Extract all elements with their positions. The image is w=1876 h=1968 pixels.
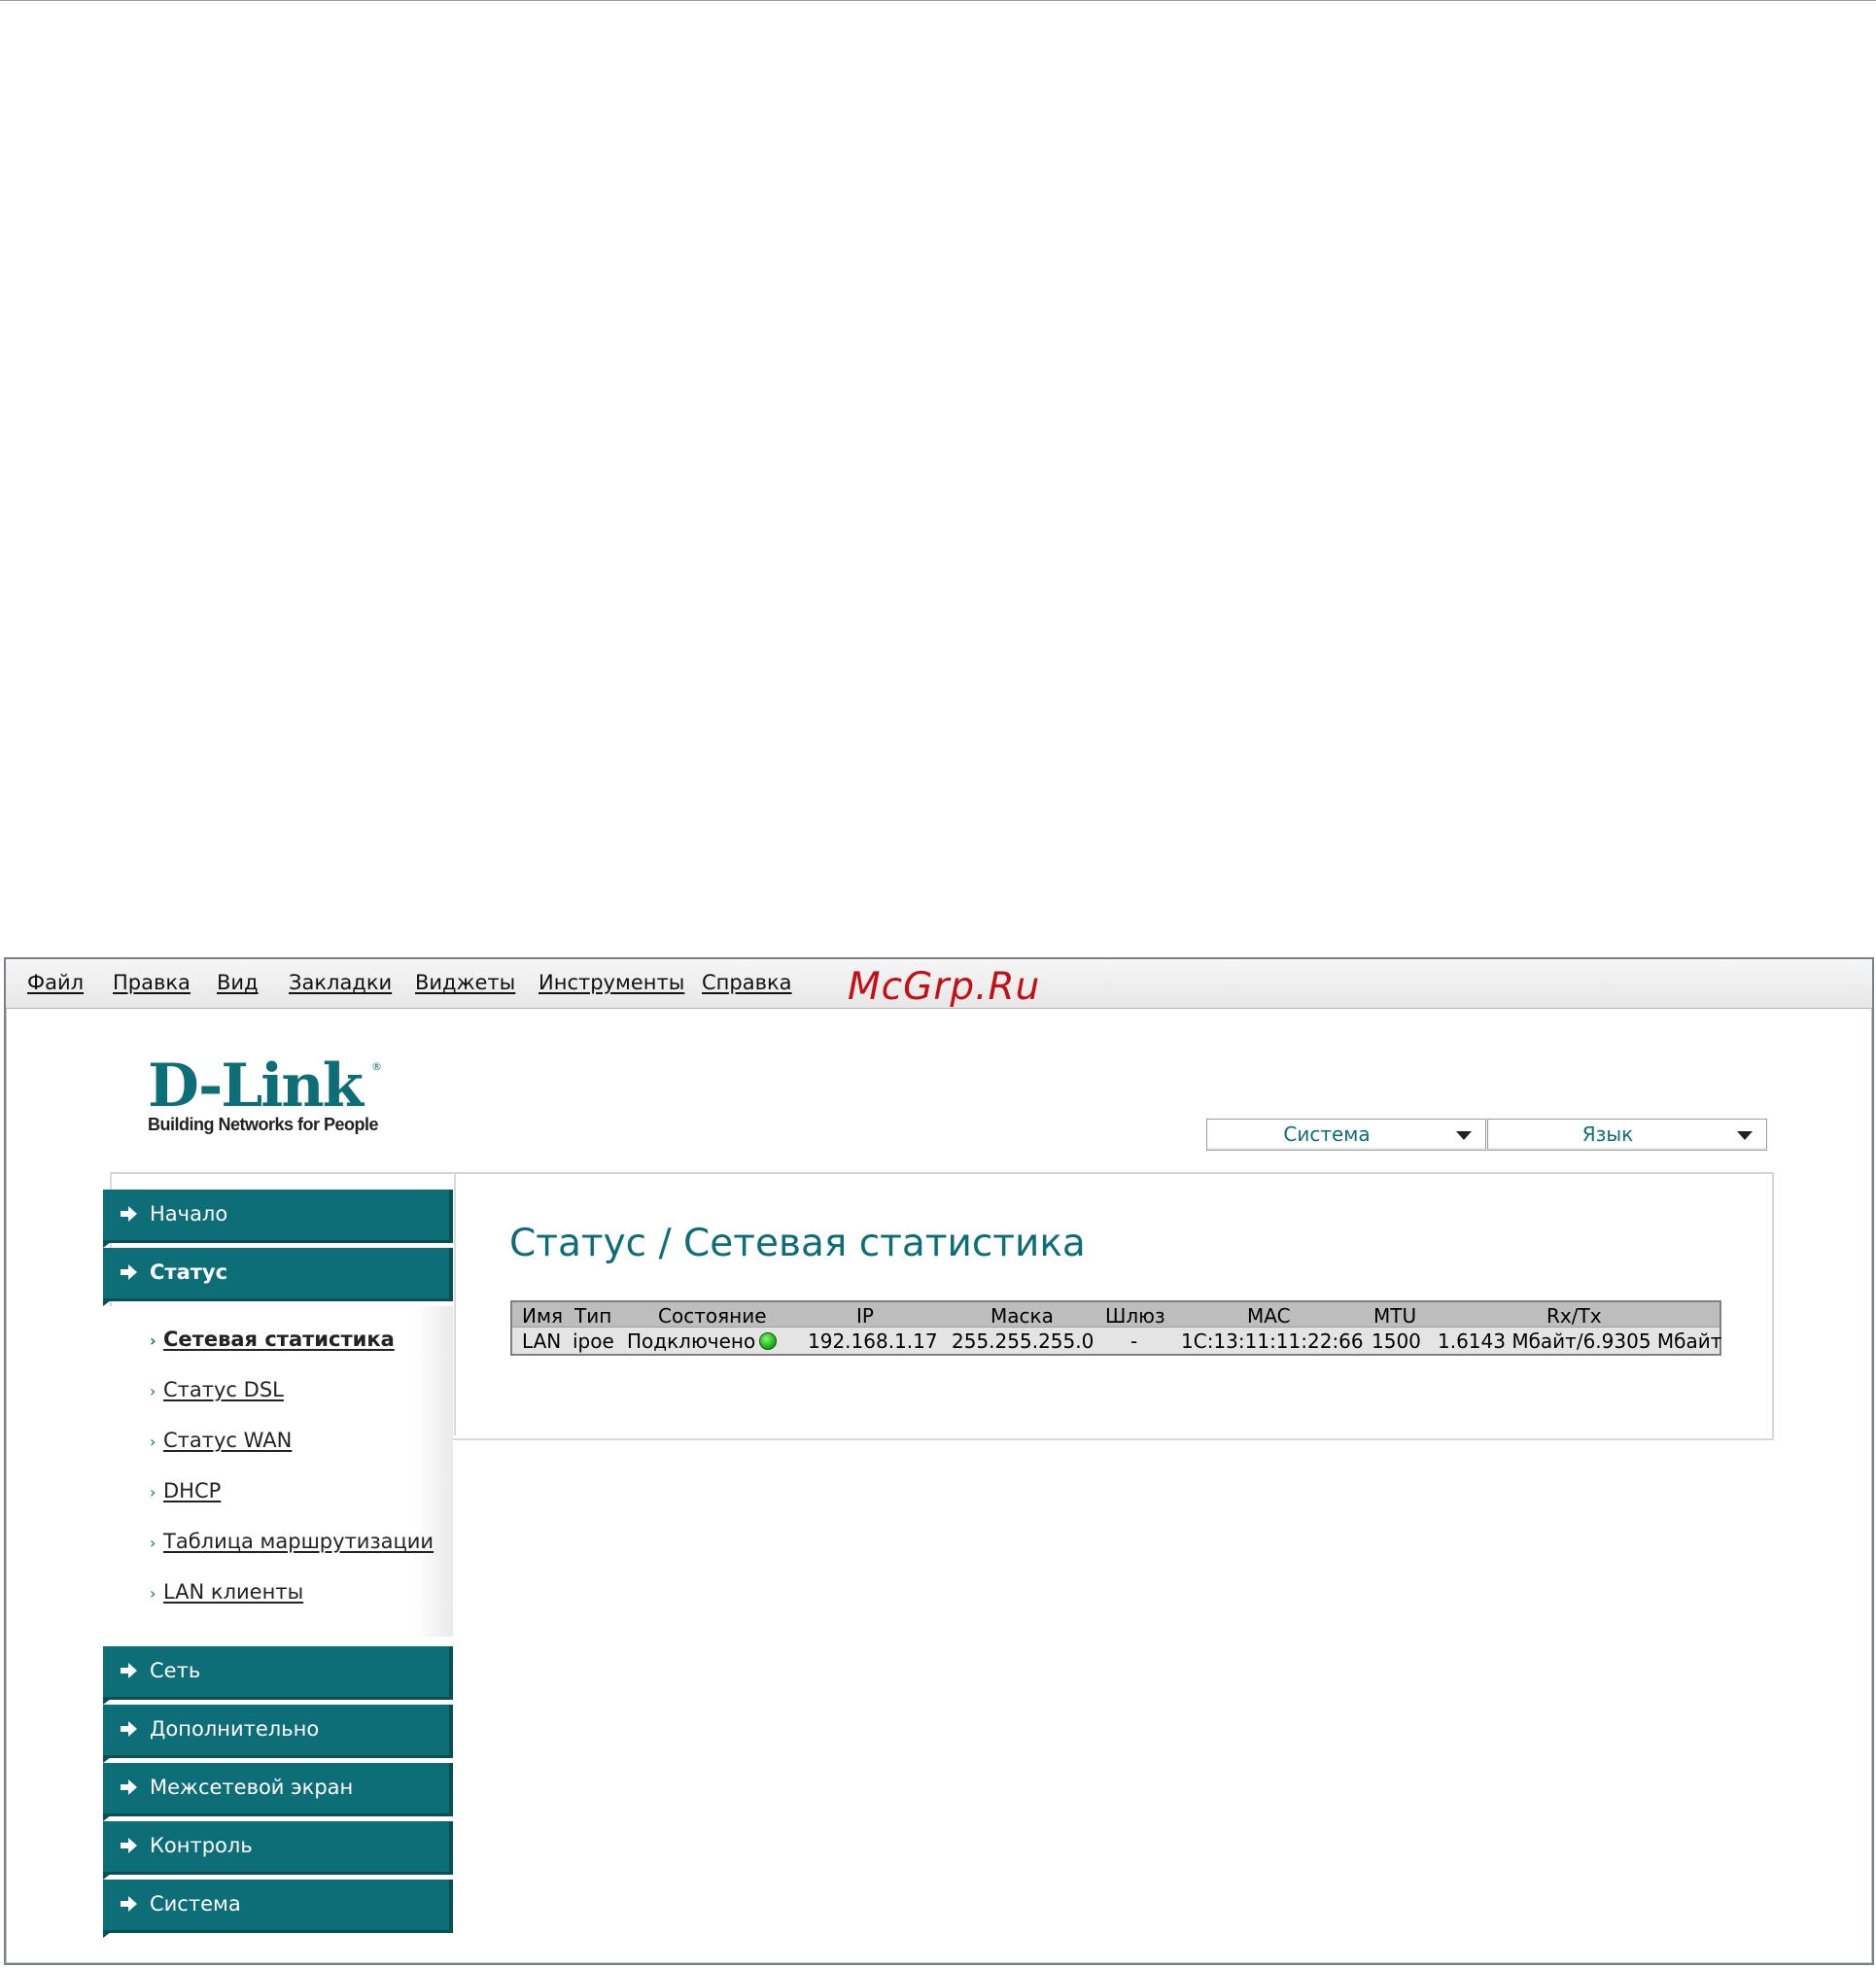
- submenu-routing-table[interactable]: › Таблица маршрутизации: [150, 1530, 434, 1553]
- submenu-lan-clients[interactable]: › LAN клиенты: [150, 1580, 303, 1604]
- arrow-right-icon: [121, 1838, 137, 1853]
- sidebar-item-label: Статус: [150, 1260, 228, 1284]
- column-header-gateway: Шлюз: [1105, 1304, 1165, 1328]
- arrow-right-icon: [121, 1721, 137, 1737]
- sidebar-item-label: Сеть: [150, 1659, 201, 1682]
- sidebar-item-label: Дополнительно: [150, 1717, 320, 1741]
- system-dropdown[interactable]: Система: [1206, 1119, 1486, 1151]
- cell-ip: 192.168.1.17: [808, 1329, 938, 1353]
- bullet-icon: ›: [150, 1534, 156, 1552]
- chevron-down-icon: [1737, 1131, 1753, 1140]
- menu-tools[interactable]: Инструменты: [538, 971, 684, 994]
- menu-edit[interactable]: Правка: [113, 971, 191, 994]
- submenu-dsl-status[interactable]: › Статус DSL: [150, 1378, 284, 1401]
- column-header-mask: Маска: [990, 1304, 1054, 1328]
- cell-mac: 1C:13:11:11:22:66: [1181, 1329, 1364, 1353]
- submenu-wan-status[interactable]: › Статус WAN: [150, 1429, 292, 1452]
- status-connected-icon: [759, 1332, 778, 1350]
- menu-widgets[interactable]: Виджеты: [415, 971, 515, 994]
- arrow-right-icon: [121, 1663, 137, 1678]
- column-header-mac: MAC: [1247, 1304, 1291, 1328]
- table-header-row: Имя Тип Состояние IP Маска Шлюз MAC MTU …: [512, 1302, 1720, 1328]
- submenu-label: Статус WAN: [163, 1429, 293, 1452]
- dlink-logo: D-Link ® Building Networks for People: [148, 1056, 391, 1144]
- network-stats-table: Имя Тип Состояние IP Маска Шлюз MAC MTU …: [510, 1300, 1721, 1356]
- sidebar-item-label: Система: [150, 1892, 241, 1916]
- cell-mtu: 1500: [1372, 1329, 1421, 1353]
- status-submenu: › Сетевая статистика › Статус DSL › Статус …: [103, 1306, 453, 1637]
- sidebar-nav: Начало Статус › Сетевая статистика › Стату…: [103, 1190, 453, 1938]
- language-dropdown[interactable]: Язык: [1487, 1119, 1767, 1151]
- sidebar-item-status[interactable]: Статус: [103, 1248, 453, 1306]
- logo-wordmark: D-Link: [148, 1052, 364, 1121]
- system-dropdown-label: Система: [1283, 1122, 1371, 1146]
- sidebar-item-home[interactable]: Начало: [103, 1190, 453, 1248]
- chevron-down-icon: [1456, 1131, 1472, 1140]
- submenu-network-stats[interactable]: › Сетевая статистика: [150, 1328, 395, 1351]
- sidebar-item-label: Межсетевой экран: [150, 1776, 354, 1799]
- arrow-right-icon: [121, 1896, 137, 1912]
- browser-window: Файл Правка Вид Закладки Виджеты Инструм…: [4, 957, 1874, 1965]
- bullet-icon: ›: [150, 1382, 156, 1400]
- sidebar-item-label: Контроль: [150, 1834, 253, 1857]
- watermark-text: McGrp.Ru: [848, 965, 1041, 1009]
- menu-view[interactable]: Вид: [217, 971, 259, 994]
- language-dropdown-label: Язык: [1581, 1122, 1634, 1146]
- bullet-icon: ›: [150, 1331, 156, 1350]
- menu-file[interactable]: Файл: [27, 971, 84, 994]
- sidebar-item-label: Начало: [150, 1202, 228, 1226]
- column-header-state: Состояние: [658, 1304, 767, 1328]
- submenu-label: DHCP: [163, 1479, 222, 1502]
- menu-bar: Файл Правка Вид Закладки Виджеты Инструм…: [6, 959, 1872, 1009]
- column-header-ip: IP: [856, 1304, 874, 1328]
- page-title: Статус / Сетевая статистика: [509, 1222, 1086, 1265]
- cell-type: ipoe: [573, 1329, 614, 1353]
- sidebar-item-firewall[interactable]: Межсетевой экран: [103, 1763, 453, 1821]
- cell-rxtx: 1.6143 Мбайт/6.9305 Мбайт: [1438, 1329, 1722, 1353]
- sidebar-item-network[interactable]: Сеть: [103, 1646, 453, 1705]
- column-header-rxtx: Rx/Tx: [1546, 1304, 1602, 1328]
- submenu-label: Таблица маршрутизации: [163, 1530, 434, 1553]
- cell-state: Подключено: [627, 1329, 778, 1353]
- page-top-border: [0, 0, 1876, 1]
- arrow-right-icon: [121, 1206, 137, 1222]
- table-row: LAN ipoe Подключено 192.168.1.17 255.255…: [512, 1328, 1722, 1354]
- bullet-icon: ›: [150, 1483, 156, 1502]
- sidebar-item-control[interactable]: Контроль: [103, 1821, 453, 1880]
- arrow-right-icon: [121, 1779, 137, 1795]
- submenu-dhcp[interactable]: › DHCP: [150, 1479, 221, 1502]
- logo-registered-mark: ®: [371, 1060, 382, 1073]
- submenu-label: Сетевая статистика: [163, 1328, 395, 1351]
- bullet-icon: ›: [150, 1433, 156, 1451]
- logo-tagline: Building Networks for People: [148, 1115, 379, 1134]
- submenu-label: LAN клиенты: [163, 1580, 304, 1604]
- sidebar-item-advanced[interactable]: Дополнительно: [103, 1705, 453, 1763]
- column-header-type: Тип: [574, 1304, 612, 1328]
- menu-help[interactable]: Справка: [702, 971, 792, 994]
- column-header-name: Имя: [522, 1304, 564, 1328]
- sidebar-item-system[interactable]: Система: [103, 1880, 453, 1938]
- cell-gateway: -: [1130, 1329, 1138, 1353]
- column-header-mtu: MTU: [1373, 1304, 1417, 1328]
- bullet-icon: ›: [150, 1584, 156, 1603]
- submenu-label: Статус DSL: [163, 1378, 284, 1401]
- arrow-right-icon: [121, 1264, 137, 1280]
- cell-name: LAN: [522, 1329, 562, 1353]
- state-label: Подключено: [627, 1329, 756, 1353]
- menu-bookmarks[interactable]: Закладки: [289, 971, 392, 994]
- cell-mask: 255.255.255.0: [952, 1329, 1094, 1353]
